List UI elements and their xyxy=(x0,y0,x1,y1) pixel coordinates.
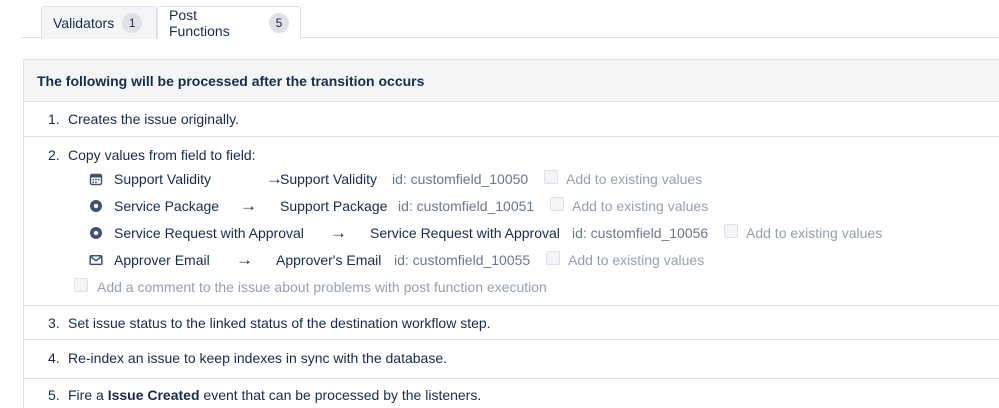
step-3: 3. Set issue status to the linked status… xyxy=(24,306,999,340)
add-comment-label: Add a comment to the issue about problem… xyxy=(97,279,547,295)
tab-validators-label: Validators xyxy=(53,15,115,31)
tab-validators-count-badge: 1 xyxy=(122,13,143,33)
tab-post-functions[interactable]: Post Functions 5 xyxy=(157,6,301,39)
comment-option-row: Add a comment to the issue about problem… xyxy=(24,274,999,301)
add-to-existing-label: Add to existing values xyxy=(746,225,883,241)
panel-header: The following will be processed after th… xyxy=(24,60,999,102)
target-field-id: id: customfield_10050 xyxy=(392,171,529,187)
source-field-name: Approver Email xyxy=(114,252,210,268)
arrow-right-icon: → xyxy=(330,223,347,242)
step-text: Re-index an issue to keep indexes in syn… xyxy=(68,350,448,366)
envelope-icon xyxy=(89,255,103,266)
add-to-existing-label: Add to existing values xyxy=(566,171,703,187)
step-text: Creates the issue originally. xyxy=(68,111,239,127)
tab-validators[interactable]: Validators 1 xyxy=(41,6,157,39)
field-mapping-row: Service Request with Approval → Service … xyxy=(24,220,999,247)
field-mapping-row: Service Package → Support Package id: cu… xyxy=(24,193,999,220)
step-2: 2. Copy values from field to field: Supp… xyxy=(24,137,999,306)
add-to-existing-checkbox[interactable] xyxy=(550,197,564,211)
add-to-existing-checkbox[interactable] xyxy=(544,170,558,184)
step-number: 2. xyxy=(48,147,60,163)
field-mapping-row: Support Validity → Support Validity id: … xyxy=(24,166,999,193)
add-comment-checkbox[interactable] xyxy=(74,278,88,292)
target-field-id: id: customfield_10056 xyxy=(572,225,709,241)
step-text: Copy values from field to field: xyxy=(68,147,256,163)
step-text: Fire a Issue Created event that can be p… xyxy=(68,387,481,403)
step-number: 3. xyxy=(48,315,60,331)
add-to-existing-label: Add to existing values xyxy=(568,252,705,268)
arrow-right-icon: → xyxy=(240,196,257,215)
field-mapping-row: Approver Email → Approver's Email id: cu… xyxy=(24,247,999,274)
target-field-name: Service Request with Approval xyxy=(370,225,560,241)
event-name: Issue Created xyxy=(107,387,200,403)
add-to-existing-checkbox[interactable] xyxy=(546,251,560,265)
calendar-icon xyxy=(89,173,103,186)
step-text-after: event that can be processed by the liste… xyxy=(199,387,482,403)
step-5: 5. Fire a Issue Created event that can b… xyxy=(24,379,999,408)
source-field-name: Service Package xyxy=(114,198,220,214)
target-field-name: Support Package xyxy=(280,198,388,214)
target-field-name: Approver's Email xyxy=(276,252,382,268)
target-field-name: Support Validity xyxy=(280,171,378,187)
add-to-existing-label: Add to existing values xyxy=(572,198,709,214)
source-field-name: Service Request with Approval xyxy=(114,225,304,241)
step-text: Set issue status to the linked status of… xyxy=(68,315,491,331)
step-1: 1. Creates the issue originally. xyxy=(24,102,999,137)
step-text-before: Fire a xyxy=(68,387,108,403)
step-number: 1. xyxy=(48,111,60,127)
step-number: 4. xyxy=(48,350,60,366)
source-field-name: Support Validity xyxy=(114,171,212,187)
target-field-id: id: customfield_10055 xyxy=(394,252,531,268)
target-field-id: id: customfield_10051 xyxy=(398,198,535,214)
arrow-right-icon: → xyxy=(236,250,253,269)
radio-icon xyxy=(90,200,102,212)
tab-bar: Validators 1 Post Functions 5 xyxy=(21,0,999,39)
radio-icon xyxy=(90,227,102,239)
step-4: 4. Re-index an issue to keep indexes in … xyxy=(24,340,999,379)
step-number: 5. xyxy=(48,387,60,403)
post-functions-panel: The following will be processed after th… xyxy=(23,59,999,408)
add-to-existing-checkbox[interactable] xyxy=(724,224,738,238)
tab-post-functions-label: Post Functions xyxy=(169,6,230,39)
tab-post-functions-count-badge: 5 xyxy=(269,12,289,33)
